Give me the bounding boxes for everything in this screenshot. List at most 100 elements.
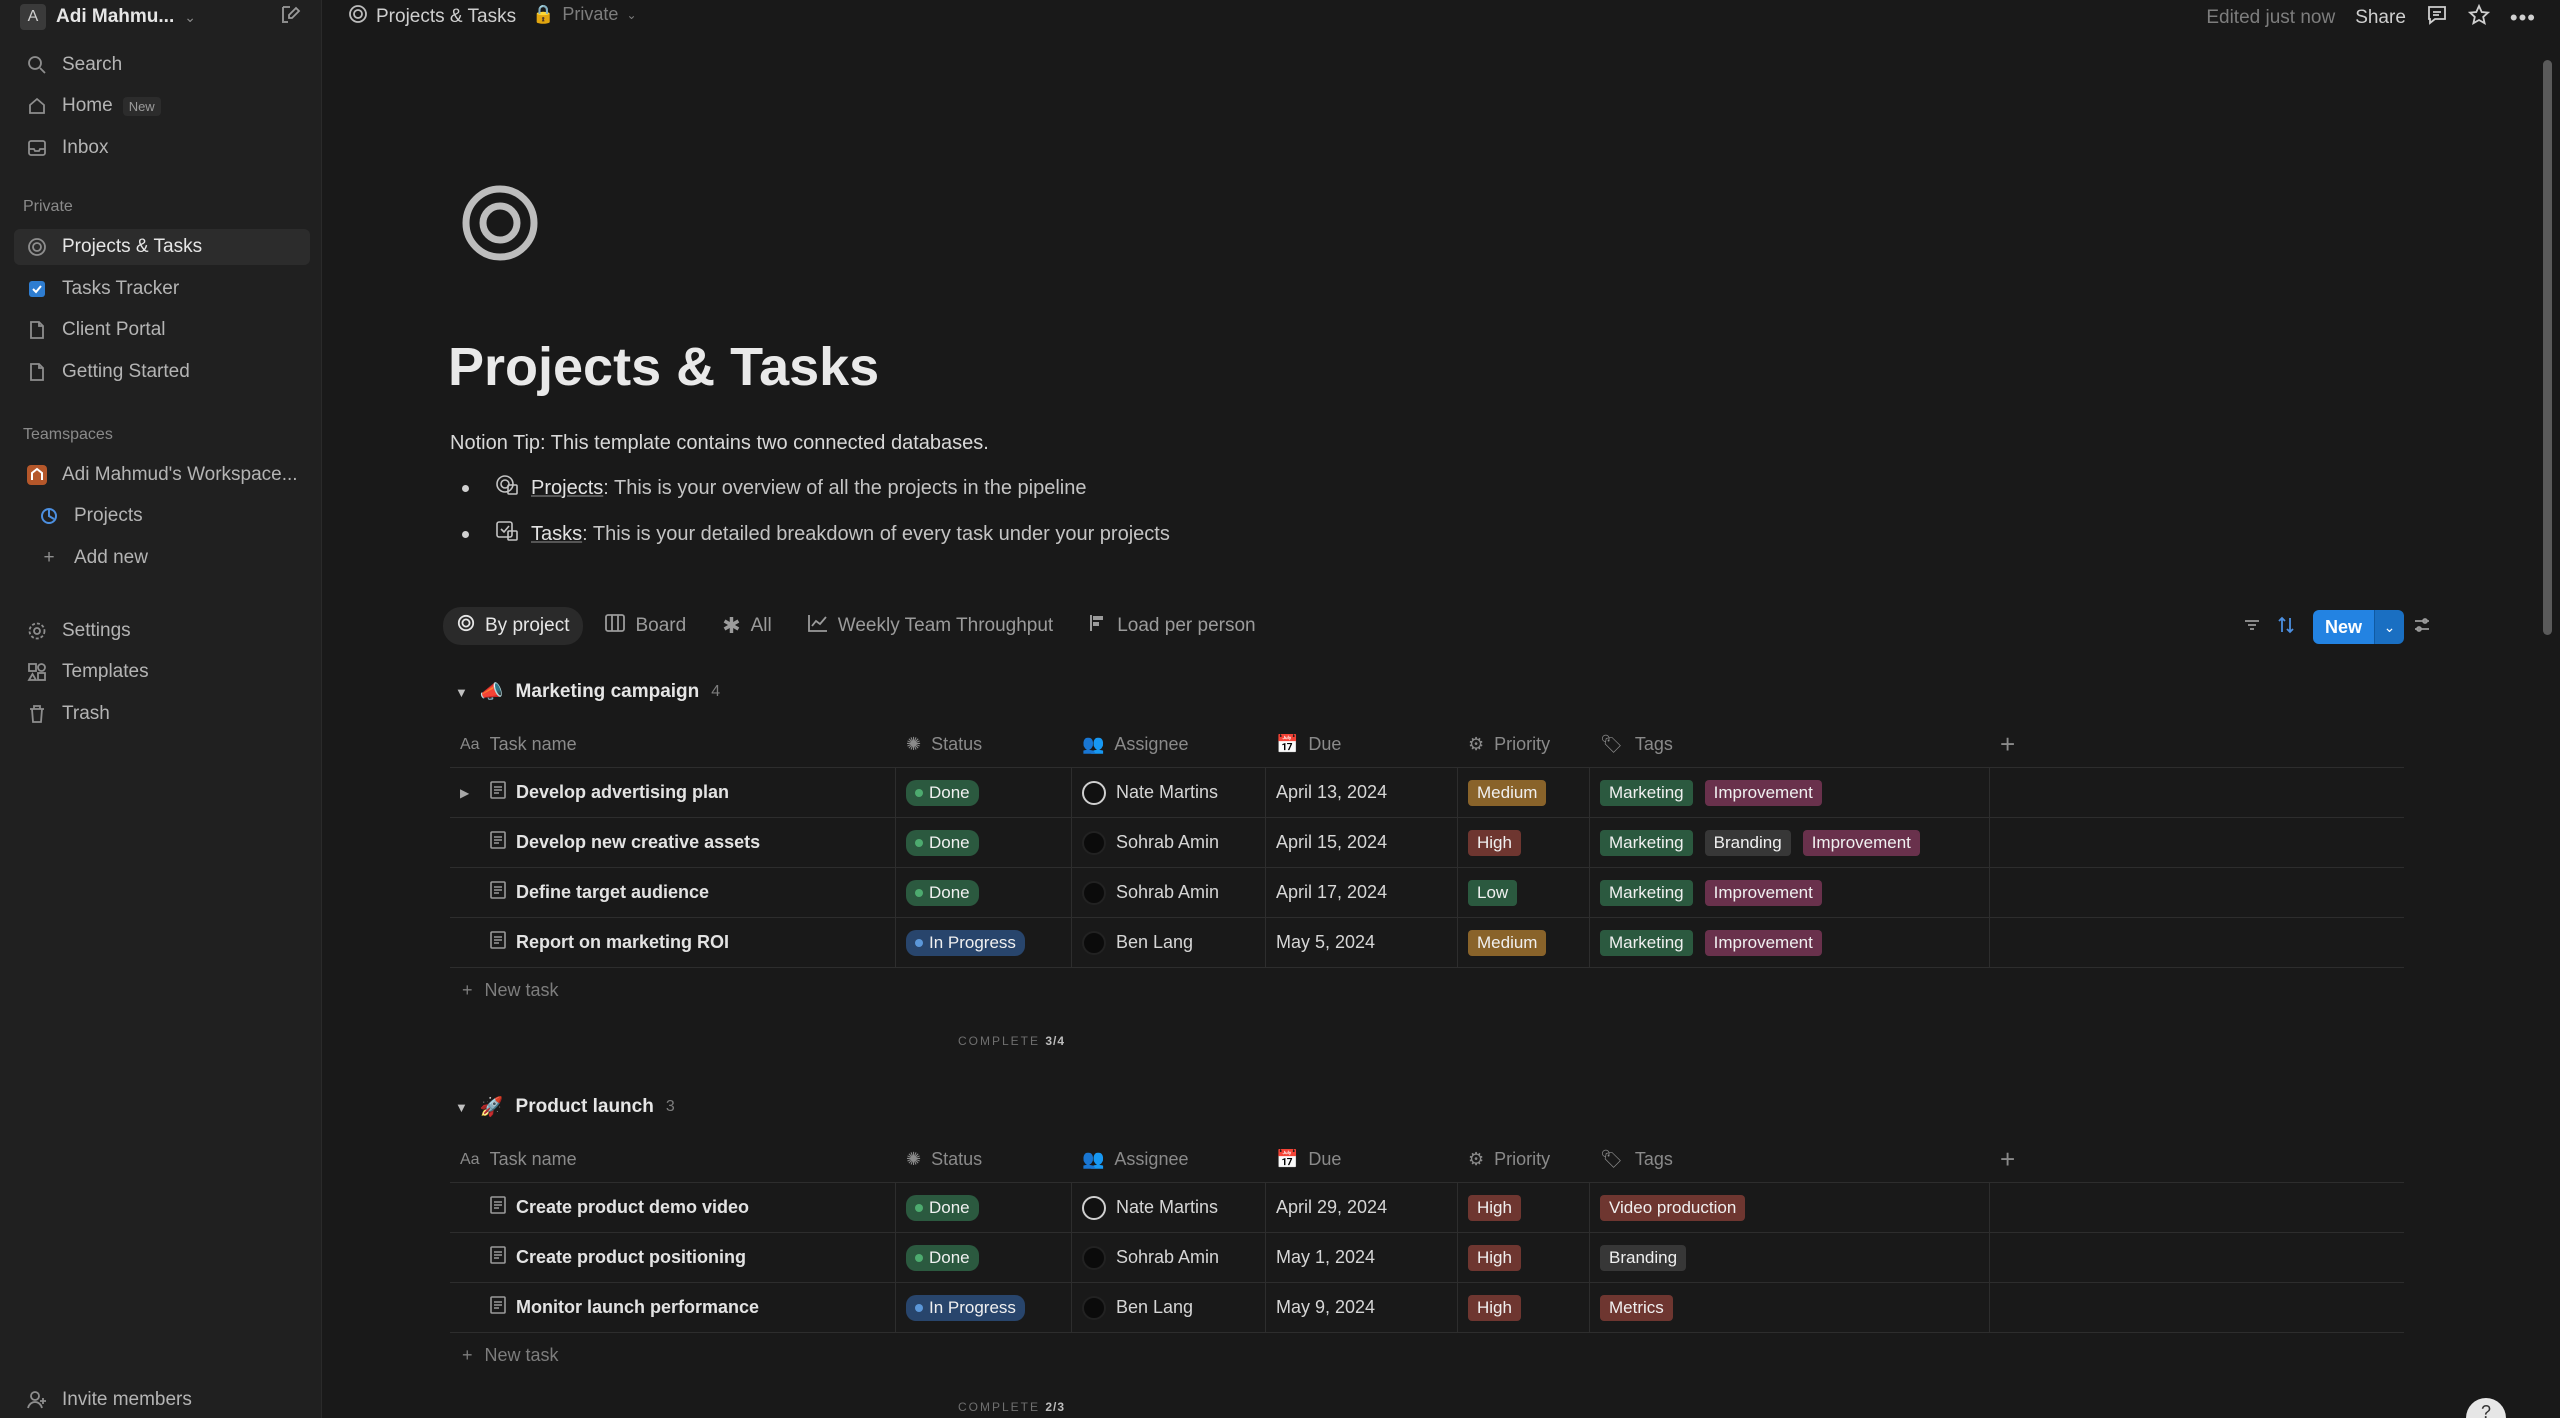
sidebar-item-getting-started[interactable]: Getting Started bbox=[14, 354, 310, 390]
new-task-button[interactable]: + New task bbox=[462, 980, 559, 1001]
assignee-cell[interactable]: Ben Lang bbox=[1072, 918, 1266, 967]
sidebar-item-search[interactable]: Search bbox=[14, 47, 310, 83]
breadcrumb[interactable]: Projects & Tasks bbox=[348, 4, 516, 30]
table-row[interactable]: Create product positioning Done Sohrab A… bbox=[450, 1233, 2404, 1283]
sidebar-item-templates[interactable]: Templates bbox=[14, 654, 310, 690]
new-button-label[interactable]: New bbox=[2313, 610, 2375, 644]
priority-cell[interactable]: Medium bbox=[1458, 768, 1590, 817]
table-row[interactable]: Develop new creative assets Done Sohrab … bbox=[450, 818, 2404, 868]
comments-icon[interactable] bbox=[2426, 4, 2448, 32]
workspace-switcher[interactable]: A Adi Mahmu... ⌄ bbox=[20, 2, 196, 32]
column-status[interactable]: ✺ Status bbox=[896, 722, 1072, 767]
status-cell[interactable]: Done bbox=[896, 868, 1072, 917]
table-row[interactable]: Monitor launch performance In Progress B… bbox=[450, 1283, 2404, 1333]
scrollbar[interactable] bbox=[2543, 60, 2552, 635]
sidebar-item-home[interactable]: Home New bbox=[14, 88, 310, 124]
task-name[interactable]: Create product positioning bbox=[516, 1247, 746, 1268]
group-header[interactable]: ▼ 🚀 Product launch 3 bbox=[455, 1095, 675, 1119]
status-cell[interactable]: Done bbox=[896, 818, 1072, 867]
status-cell[interactable]: In Progress bbox=[896, 1283, 1072, 1332]
status-cell[interactable]: Done bbox=[896, 1183, 1072, 1232]
assignee-cell[interactable]: Nate Martins bbox=[1072, 768, 1266, 817]
add-column-button[interactable]: + bbox=[1990, 722, 2404, 767]
task-name[interactable]: Develop new creative assets bbox=[516, 832, 760, 853]
add-column-button[interactable]: + bbox=[1990, 1137, 2404, 1182]
tab-by-project[interactable]: By project bbox=[443, 607, 584, 645]
sidebar-item-projects[interactable]: Projects bbox=[14, 498, 310, 534]
tab-all[interactable]: ✱ All bbox=[708, 607, 786, 645]
column-tags[interactable]: 🏷 Tags bbox=[1590, 1137, 1990, 1182]
priority-cell[interactable]: High bbox=[1458, 818, 1590, 867]
collapse-triangle-icon[interactable]: ▼ bbox=[455, 1100, 468, 1115]
table-row[interactable]: Report on marketing ROI In Progress Ben … bbox=[450, 918, 2404, 968]
table-row[interactable]: Create product demo video Done Nate Mart… bbox=[450, 1183, 2404, 1233]
column-due[interactable]: 📅 Due bbox=[1266, 722, 1458, 767]
tags-cell[interactable]: Marketing Improvement bbox=[1590, 768, 1990, 817]
share-button[interactable]: Share bbox=[2355, 7, 2406, 29]
star-icon[interactable] bbox=[2467, 3, 2491, 32]
task-name-cell[interactable]: Define target audience bbox=[450, 868, 896, 917]
column-priority[interactable]: ⚙ Priority bbox=[1458, 722, 1590, 767]
priority-cell[interactable]: Low bbox=[1458, 868, 1590, 917]
column-assignee[interactable]: 👥 Assignee bbox=[1072, 1137, 1266, 1182]
assignee-cell[interactable]: Ben Lang bbox=[1072, 1283, 1266, 1332]
new-page-icon[interactable] bbox=[278, 2, 304, 28]
sidebar-item-projects-tasks[interactable]: Projects & Tasks bbox=[14, 229, 310, 265]
column-tags[interactable]: 🏷 Tags bbox=[1590, 722, 1990, 767]
task-name[interactable]: Report on marketing ROI bbox=[516, 932, 729, 953]
due-cell[interactable]: May 9, 2024 bbox=[1266, 1283, 1458, 1332]
filter-icon[interactable] bbox=[2242, 615, 2262, 640]
collapse-triangle-icon[interactable]: ▼ bbox=[455, 685, 468, 700]
group-header[interactable]: ▼ 📣 Marketing campaign 4 bbox=[455, 680, 720, 704]
tags-cell[interactable]: Metrics bbox=[1590, 1283, 1990, 1332]
chevron-down-icon[interactable]: ⌄ bbox=[2374, 610, 2405, 644]
task-name-cell[interactable]: Create product demo video bbox=[450, 1183, 896, 1232]
priority-cell[interactable]: Medium bbox=[1458, 918, 1590, 967]
sort-icon[interactable] bbox=[2276, 615, 2296, 640]
column-task-name[interactable]: Aa Task name bbox=[450, 722, 896, 767]
new-button[interactable]: New ⌄ bbox=[2313, 610, 2405, 644]
assignee-cell[interactable]: Sohrab Amin bbox=[1072, 1233, 1266, 1282]
sidebar-item-trash[interactable]: Trash bbox=[14, 696, 310, 732]
task-name[interactable]: Define target audience bbox=[516, 882, 709, 903]
task-name[interactable]: Develop advertising plan bbox=[516, 782, 729, 803]
target-icon[interactable] bbox=[460, 183, 540, 263]
task-name-cell[interactable]: Develop new creative assets bbox=[450, 818, 896, 867]
new-task-button[interactable]: + New task bbox=[462, 1345, 559, 1366]
table-row[interactable]: ▶ Develop advertising plan Done Nate Mar… bbox=[450, 768, 2404, 818]
tags-cell[interactable]: Video production bbox=[1590, 1183, 1990, 1232]
tags-cell[interactable]: Marketing Branding Improvement bbox=[1590, 818, 1990, 867]
task-name[interactable]: Create product demo video bbox=[516, 1197, 749, 1218]
sidebar-item-add-new[interactable]: + Add new bbox=[14, 540, 310, 576]
tags-cell[interactable]: Marketing Improvement bbox=[1590, 918, 1990, 967]
task-name-cell[interactable]: Create product positioning bbox=[450, 1233, 896, 1282]
page-title[interactable]: Projects & Tasks bbox=[448, 336, 879, 398]
settings-sliders-icon[interactable] bbox=[2412, 615, 2432, 640]
due-cell[interactable]: April 17, 2024 bbox=[1266, 868, 1458, 917]
priority-cell[interactable]: High bbox=[1458, 1183, 1590, 1232]
tags-cell[interactable]: Branding bbox=[1590, 1233, 1990, 1282]
task-name-cell[interactable]: Monitor launch performance bbox=[450, 1283, 896, 1332]
expand-icon[interactable]: ▶ bbox=[460, 786, 480, 800]
tasks-link[interactable]: Tasks bbox=[531, 523, 582, 545]
column-task-name[interactable]: Aa Task name bbox=[450, 1137, 896, 1182]
table-row[interactable]: Define target audience Done Sohrab Amin … bbox=[450, 868, 2404, 918]
due-cell[interactable]: April 15, 2024 bbox=[1266, 818, 1458, 867]
privacy-selector[interactable]: 🔒 Private ⌄ bbox=[532, 4, 637, 25]
tab-weekly-team-throughput[interactable]: Weekly Team Throughput bbox=[794, 607, 1067, 645]
task-name[interactable]: Monitor launch performance bbox=[516, 1297, 759, 1318]
sidebar-item-inbox[interactable]: Inbox bbox=[14, 130, 310, 166]
tags-cell[interactable]: Marketing Improvement bbox=[1590, 868, 1990, 917]
due-cell[interactable]: May 5, 2024 bbox=[1266, 918, 1458, 967]
column-due[interactable]: 📅 Due bbox=[1266, 1137, 1458, 1182]
sidebar-item-teamspace[interactable]: Adi Mahmud's Workspace... bbox=[14, 457, 310, 493]
sidebar-item-tasks-tracker[interactable]: Tasks Tracker bbox=[14, 271, 310, 307]
assignee-cell[interactable]: Nate Martins bbox=[1072, 1183, 1266, 1232]
status-cell[interactable]: Done bbox=[896, 768, 1072, 817]
status-cell[interactable]: Done bbox=[896, 1233, 1072, 1282]
tab-load-per-person[interactable]: Load per person bbox=[1075, 607, 1269, 645]
more-icon[interactable]: ••• bbox=[2510, 5, 2536, 31]
priority-cell[interactable]: High bbox=[1458, 1233, 1590, 1282]
status-cell[interactable]: In Progress bbox=[896, 918, 1072, 967]
due-cell[interactable]: April 13, 2024 bbox=[1266, 768, 1458, 817]
